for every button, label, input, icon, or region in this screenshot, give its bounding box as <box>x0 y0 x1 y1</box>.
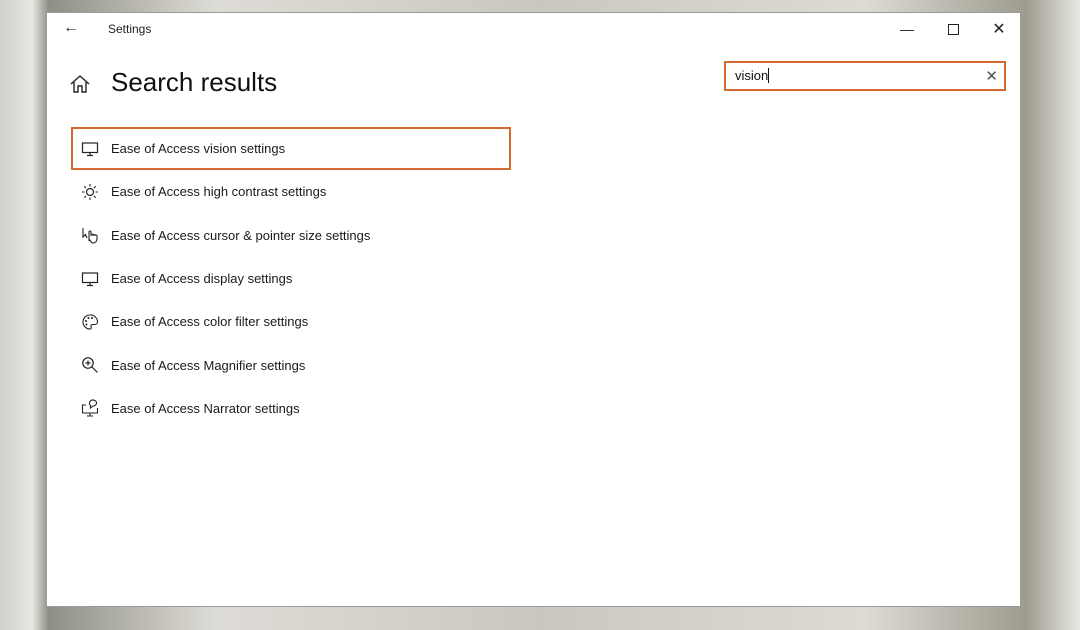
search-input[interactable]: vision ✕ <box>724 61 1006 91</box>
back-arrow-icon[interactable]: ← <box>61 19 81 37</box>
palette-icon <box>82 314 99 330</box>
maximize-icon[interactable] <box>930 13 976 45</box>
minimize-icon[interactable]: — <box>884 13 930 45</box>
result-magnifier-settings[interactable]: Ease of Access Magnifier settings <box>71 343 511 386</box>
home-icon[interactable] <box>69 73 91 95</box>
search-value: vision <box>735 68 769 83</box>
page-title: Search results <box>111 67 278 97</box>
pointer-icon <box>82 228 98 244</box>
narrator-icon <box>81 399 99 417</box>
settings-window: ← Settings — ✕ Search results vision ✕ E… <box>46 12 1021 607</box>
monitor-icon <box>81 271 99 286</box>
magnifier-icon <box>82 357 98 374</box>
monitor-icon <box>81 142 99 156</box>
brightness-icon <box>82 183 98 200</box>
result-label: Ease of Access vision settings <box>111 141 286 157</box>
result-cursor-pointer-settings[interactable]: Ease of Access cursor & pointer size set… <box>71 214 511 257</box>
result-high-contrast-settings[interactable]: Ease of Access high contrast settings <box>71 170 511 213</box>
clear-search-icon[interactable]: ✕ <box>985 67 998 85</box>
window-title: Settings <box>108 22 152 36</box>
result-narrator-settings[interactable]: Ease of Access Narrator settings <box>71 387 511 430</box>
title-bar: ← Settings — ✕ <box>47 13 1020 45</box>
result-vision-settings[interactable]: Ease of Access vision settings <box>71 127 511 171</box>
result-color-filter-settings[interactable]: Ease of Access color filter settings <box>71 300 511 343</box>
result-label: Ease of Access display settings <box>111 271 293 287</box>
search-results-list: Ease of Access vision settings Ease of A… <box>71 127 511 430</box>
result-display-settings[interactable]: Ease of Access display settings <box>71 257 511 300</box>
close-icon[interactable]: ✕ <box>976 13 1022 45</box>
result-label: Ease of Access high contrast settings <box>111 184 327 200</box>
result-label: Ease of Access Magnifier settings <box>111 357 306 373</box>
result-label: Ease of Access Narrator settings <box>111 400 300 416</box>
result-label: Ease of Access color filter settings <box>111 314 309 330</box>
result-label: Ease of Access cursor & pointer size set… <box>111 227 371 243</box>
